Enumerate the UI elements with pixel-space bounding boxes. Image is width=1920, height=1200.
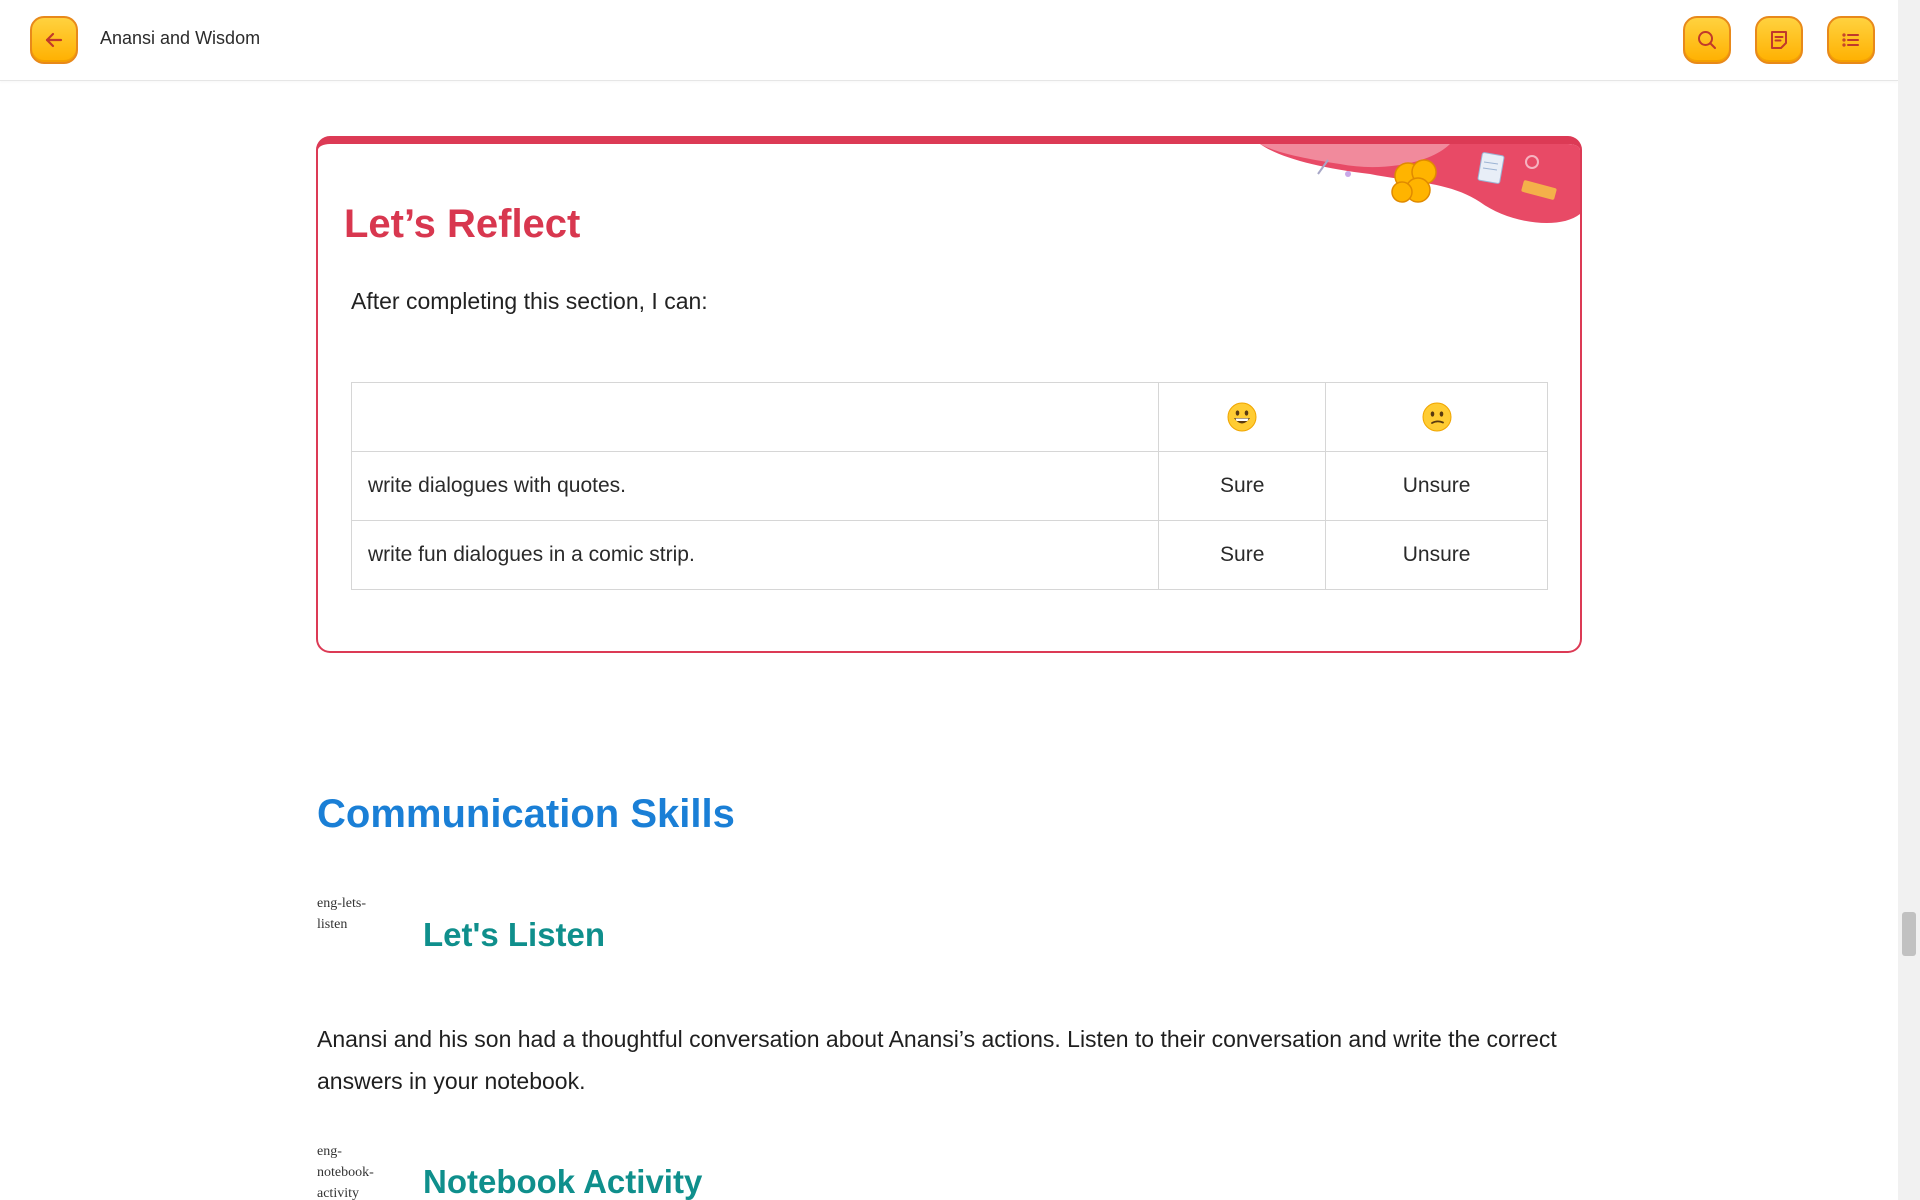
page-title: Anansi and Wisdom: [100, 28, 261, 48]
reflect-decoration-icon: [1260, 144, 1580, 224]
reflect-table: write dialogues with quotes. Sure Unsure…: [350, 382, 1548, 590]
table-header-row: [350, 382, 1548, 452]
search-button[interactable]: [1683, 16, 1731, 64]
unsure-cell[interactable]: Unsure: [1325, 451, 1548, 521]
notes-icon: [1771, 31, 1787, 49]
notebook-activity-title: Notebook Activity: [423, 1163, 703, 1200]
skill-cell: write fun dialogues in a comic strip.: [350, 520, 1160, 590]
menu-button[interactable]: [1827, 16, 1875, 64]
notebook-activity-image: eng-notebook-activity: [317, 1144, 374, 1200]
arrow-left-icon: [45, 32, 63, 48]
reflect-card: Let’s Reflect After completing this sect…: [316, 136, 1582, 653]
table-row: write fun dialogues in a comic strip. Su…: [350, 520, 1548, 590]
reflect-intro: After completing this section, I can:: [351, 288, 708, 314]
table-row: write dialogues with quotes. Sure Unsure: [350, 451, 1548, 521]
confused-face-emoji-icon: [1422, 402, 1452, 432]
reflect-title: Let’s Reflect: [344, 202, 581, 246]
top-bar: Anansi and Wisdom: [0, 0, 1898, 81]
grinning-face-emoji-icon: [1227, 402, 1257, 432]
unsure-cell[interactable]: Unsure: [1325, 520, 1548, 590]
section-title: Communication Skills: [317, 792, 735, 836]
table-header-skill: [350, 382, 1160, 452]
scrollbar-thumb[interactable]: [1902, 912, 1916, 956]
notes-button[interactable]: [1755, 16, 1803, 64]
sure-cell[interactable]: Sure: [1158, 451, 1327, 521]
lets-listen-title: Let's Listen: [423, 916, 606, 953]
list-icon: [1842, 33, 1859, 47]
table-header-unsure: [1325, 382, 1548, 452]
lets-listen-image: eng-lets-listen: [317, 896, 366, 932]
skill-cell: write dialogues with quotes.: [350, 451, 1160, 521]
table-header-sure: [1158, 382, 1327, 452]
scrollbar[interactable]: [1898, 0, 1920, 1200]
sure-cell[interactable]: Sure: [1158, 520, 1327, 590]
listen-instructions: Anansi and his son had a thoughtful conv…: [317, 1026, 1557, 1094]
search-icon: [1698, 31, 1716, 49]
back-button[interactable]: [30, 16, 78, 64]
